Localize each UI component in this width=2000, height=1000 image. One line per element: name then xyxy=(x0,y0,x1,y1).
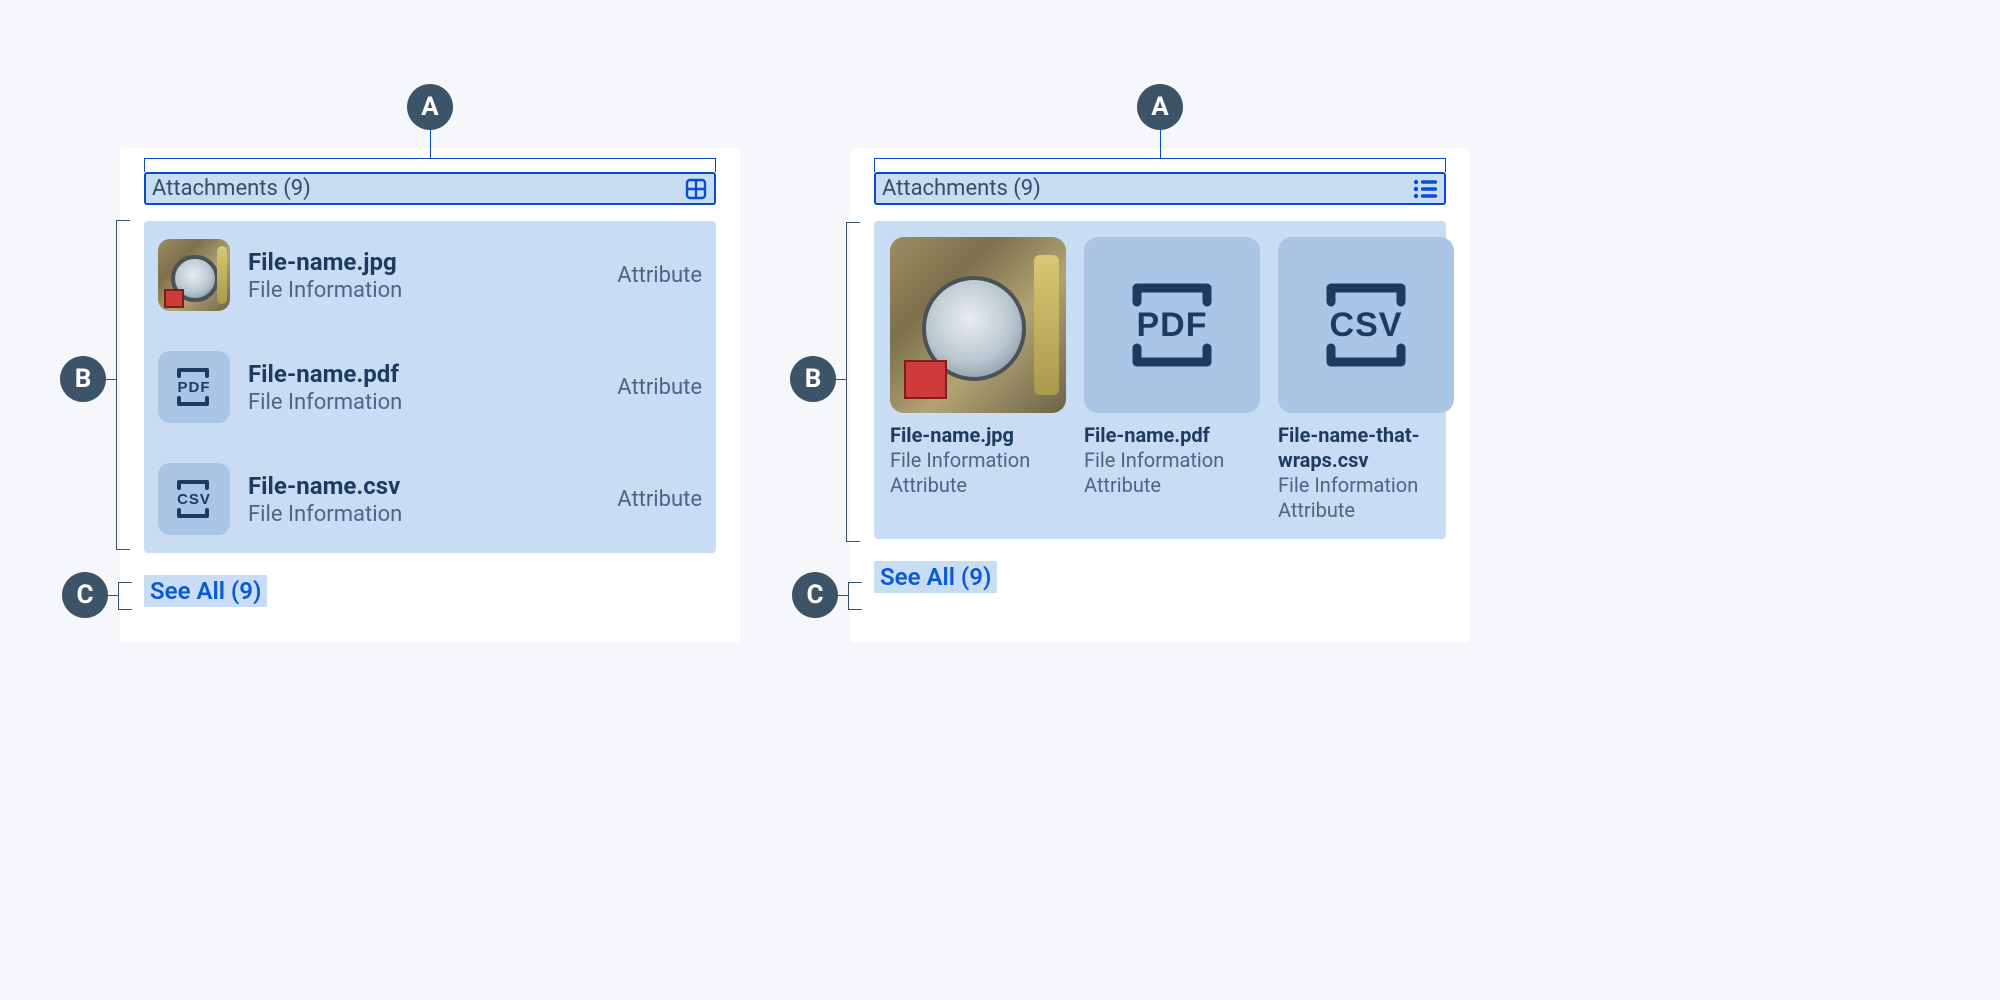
attachments-panel-grid: Attachments (9) File-name.jpg File Infor… xyxy=(850,148,1470,643)
attachments-title: Attachments (9) xyxy=(882,176,1041,201)
attachments-header: Attachments (9) xyxy=(144,172,716,205)
attachments-list: File-name.jpg File Information Attribute… xyxy=(144,221,716,553)
svg-text:PDF: PDF xyxy=(178,379,211,396)
view-toggle-list-icon[interactable] xyxy=(1412,177,1438,201)
attachment-filename: File-name.csv xyxy=(248,472,617,500)
annotation-label: C xyxy=(806,580,823,610)
attachment-attribute: Attribute xyxy=(890,473,1066,498)
annotation-line xyxy=(430,130,431,158)
attachment-card[interactable]: File-name.jpg File Information Attribute xyxy=(890,237,1066,523)
attachment-filename: File-name.jpg xyxy=(890,423,1066,448)
annotation-badge-a: A xyxy=(407,84,453,130)
attachment-thumbnail-csv: CSV xyxy=(158,463,230,535)
attachment-filename: File-name.pdf xyxy=(1084,423,1260,448)
annotation-bracket xyxy=(118,582,132,610)
attachment-attribute: Attribute xyxy=(1278,498,1454,523)
attachments-grid: File-name.jpg File Information Attribute… xyxy=(874,221,1446,539)
see-all-link[interactable]: See All (9) xyxy=(874,561,997,593)
attachments-header: Attachments (9) xyxy=(874,172,1446,205)
attachment-attribute: Attribute xyxy=(617,487,702,512)
attachment-attribute: Attribute xyxy=(617,263,702,288)
attachment-info: File Information xyxy=(890,448,1066,473)
attachment-info: File Information xyxy=(1084,448,1260,473)
attachment-info: File Information xyxy=(248,502,617,527)
svg-text:PDF: PDF xyxy=(1137,306,1208,344)
attachment-thumbnail-csv: CSV xyxy=(1278,237,1454,413)
attachment-attribute: Attribute xyxy=(617,375,702,400)
svg-text:CSV: CSV xyxy=(177,491,211,508)
attachment-row[interactable]: File-name.jpg File Information Attribute xyxy=(154,221,706,329)
attachment-thumbnail-pdf: PDF xyxy=(1084,237,1260,413)
annotation-label: A xyxy=(421,92,438,122)
annotation-bracket xyxy=(848,582,862,610)
annotation-badge-c: C xyxy=(62,572,108,618)
attachment-thumbnail-pdf: PDF xyxy=(158,351,230,423)
annotation-label: B xyxy=(805,364,822,394)
attachment-text: File-name.pdf File Information xyxy=(248,360,617,415)
attachment-info: File Information xyxy=(248,278,617,303)
attachment-info: File Information xyxy=(1278,473,1454,498)
annotation-badge-b: B xyxy=(60,356,106,402)
annotation-bracket xyxy=(874,158,1446,172)
annotation-label: C xyxy=(76,580,93,610)
attachment-row[interactable]: CSV File-name.csv File Information Attri… xyxy=(154,445,706,553)
attachment-text: File-name.csv File Information xyxy=(248,472,617,527)
attachment-card[interactable]: CSV File-name-that-wraps.csv File Inform… xyxy=(1278,237,1454,523)
annotation-badge-a: A xyxy=(1137,84,1183,130)
annotation-label: A xyxy=(1151,92,1168,122)
attachment-card[interactable]: PDF File-name.pdf File Information Attri… xyxy=(1084,237,1260,523)
attachment-thumbnail-image xyxy=(890,237,1066,413)
see-all-link[interactable]: See All (9) xyxy=(144,575,267,607)
attachments-title: Attachments (9) xyxy=(152,176,311,201)
attachment-thumbnail-image xyxy=(158,239,230,311)
annotation-bracket xyxy=(144,158,716,172)
attachment-filename: File-name.pdf xyxy=(248,360,617,388)
attachment-row[interactable]: PDF File-name.pdf File Information Attri… xyxy=(154,333,706,441)
svg-text:CSV: CSV xyxy=(1330,306,1403,344)
attachment-filename: File-name-that-wraps.csv xyxy=(1278,423,1454,473)
attachment-info: File Information xyxy=(248,390,617,415)
annotation-label: B xyxy=(75,364,92,394)
attachment-text: File-name.jpg File Information xyxy=(248,248,617,303)
attachment-attribute: Attribute xyxy=(1084,473,1260,498)
annotation-bracket xyxy=(116,220,130,550)
attachments-panel-list: Attachments (9) File-name.jpg File Infor… xyxy=(120,148,740,643)
annotation-badge-c: C xyxy=(792,572,838,618)
annotation-line xyxy=(1160,130,1161,158)
annotation-bracket xyxy=(846,222,860,542)
view-toggle-grid-icon[interactable] xyxy=(684,177,708,201)
attachment-filename: File-name.jpg xyxy=(248,248,617,276)
annotation-badge-b: B xyxy=(790,356,836,402)
